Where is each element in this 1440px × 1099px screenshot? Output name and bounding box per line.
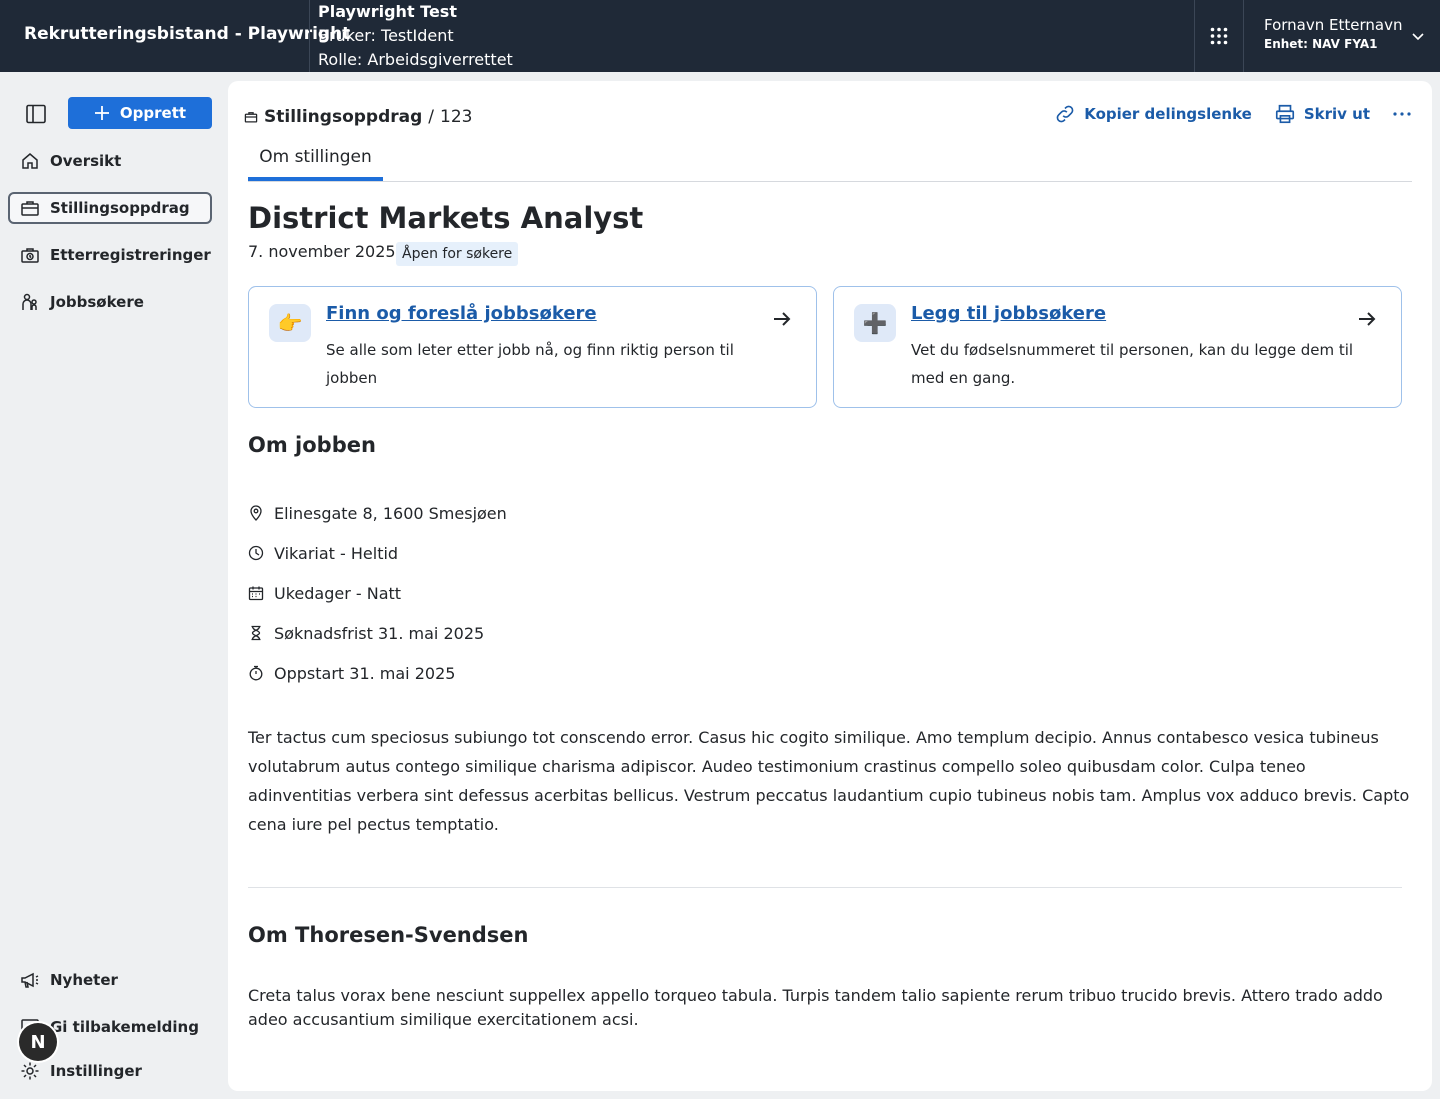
user-menu[interactable]: Fornavn Etternavn Enhet: NAV FYA1 xyxy=(1264,15,1402,53)
sidebar-item-label: Jobbsøkere xyxy=(50,293,144,311)
card-title[interactable]: Legg til jobbsøkere xyxy=(911,303,1106,324)
fact-text: Søknadsfrist 31. mai 2025 xyxy=(274,623,485,643)
employer-description: Creta talus vorax bene nesciunt suppelle… xyxy=(248,986,1383,1029)
fact-text: Elinesgate 8, 1600 Smesjøen xyxy=(274,503,507,523)
briefcase-icon xyxy=(244,112,258,123)
printer-icon xyxy=(1275,104,1294,124)
sidebar-item-stillingsoppdrag[interactable]: Stillingsoppdrag xyxy=(8,192,212,224)
top-header: Rekrutteringsbistand - Playwright Playwr… xyxy=(0,0,1440,72)
copy-link-button[interactable]: Kopier delingslenke xyxy=(1054,103,1252,125)
tab-bar: Om stillingen xyxy=(248,145,1412,182)
about-job-heading: Om jobben xyxy=(248,433,376,457)
sidebar-item-label: Etterregistreringer xyxy=(50,246,211,264)
section-divider xyxy=(248,887,1402,888)
breadcrumb-separator: / xyxy=(428,107,435,127)
plus-icon xyxy=(94,106,109,120)
test-title: Playwright Test xyxy=(318,2,457,21)
sidebar-item-label: Instillinger xyxy=(50,1062,142,1080)
publish-date: 7. november 2025 xyxy=(248,242,396,261)
test-role: Rolle: Arbeidsgiverrettet xyxy=(318,50,513,69)
header-divider xyxy=(309,0,310,72)
plus-icon: ➕ xyxy=(854,304,896,342)
card-description: Se alle som leter etter jobb nå, og finn… xyxy=(326,341,734,387)
list-item: Elinesgate 8, 1600 Smesjøen xyxy=(248,493,507,533)
list-item: Vikariat - Heltid xyxy=(248,533,507,573)
print-button[interactable]: Skriv ut xyxy=(1274,103,1370,125)
briefcase-clock-icon xyxy=(21,248,39,263)
app-title[interactable]: Rekrutteringsbistand - Playwright xyxy=(24,24,350,44)
job-description: Ter tactus cum speciosus subiungo tot co… xyxy=(248,728,1410,834)
location-pin-icon xyxy=(250,505,262,521)
page-title: District Markets Analyst xyxy=(248,201,644,235)
megaphone-icon xyxy=(21,972,39,988)
dev-tools-badge[interactable]: N xyxy=(19,1023,57,1061)
arrow-right-icon xyxy=(1359,312,1376,326)
list-item: Oppstart 31. mai 2025 xyxy=(248,653,507,693)
chevron-down-icon[interactable] xyxy=(1410,28,1426,44)
home-icon xyxy=(22,153,38,169)
fact-text: Vikariat - Heltid xyxy=(274,543,399,563)
breadcrumb-link[interactable]: Stillingsoppdrag xyxy=(264,107,422,127)
sidebar-item-etterregistreringer[interactable]: Etterregistreringer xyxy=(8,239,212,271)
more-icon xyxy=(1393,112,1411,116)
find-candidates-card[interactable]: 👉 Finn og foreslå jobbsøkere Se alle som… xyxy=(248,286,817,408)
user-unit: Enhet: NAV FYA1 xyxy=(1264,37,1378,51)
tab-om-stillingen[interactable]: Om stillingen xyxy=(248,145,383,181)
user-name: Fornavn Etternavn xyxy=(1264,16,1403,34)
sidebar-item-oversikt[interactable]: Oversikt xyxy=(8,145,212,177)
add-candidates-card[interactable]: ➕ Legg til jobbsøkere Vet du fødselsnumm… xyxy=(833,286,1402,408)
hourglass-icon xyxy=(251,625,261,641)
status-badge: Åpen for søkere xyxy=(396,242,519,266)
sidebar-item-label: Nyheter xyxy=(50,971,118,989)
copy-link-label: Kopier delingslenke xyxy=(1084,105,1252,123)
list-item: Ukedager - Natt xyxy=(248,573,507,613)
list-item: Søknadsfrist 31. mai 2025 xyxy=(248,613,507,653)
more-button[interactable] xyxy=(1392,104,1412,124)
create-button[interactable]: Opprett xyxy=(68,97,212,129)
test-user: Bruker: TestIdent xyxy=(318,26,454,45)
sidebar-toggle-icon[interactable] xyxy=(24,102,48,126)
sidebar: Opprett Oversikt Stillingsoppdrag Etterr… xyxy=(0,72,228,1099)
calendar-icon xyxy=(248,586,264,601)
grid-icon xyxy=(1210,27,1228,45)
gear-icon xyxy=(21,1062,39,1080)
clock-icon xyxy=(248,545,264,561)
card-title[interactable]: Finn og foreslå jobbsøkere xyxy=(326,303,597,324)
pointing-hand-icon: 👉 xyxy=(269,304,311,342)
sidebar-item-nyheter[interactable]: Nyheter xyxy=(8,964,212,996)
sidebar-item-label: Oversikt xyxy=(50,152,122,170)
employer-heading: Om Thoresen-Svendsen xyxy=(248,923,529,947)
stopwatch-icon xyxy=(249,665,263,681)
create-button-label: Opprett xyxy=(119,104,187,122)
sidebar-item-jobbsokere[interactable]: Jobbsøkere xyxy=(8,286,212,318)
main-content: Stillingsoppdrag / 123 Kopier delingslen… xyxy=(228,81,1432,1091)
arrow-right-icon xyxy=(774,312,791,326)
fact-text: Oppstart 31. mai 2025 xyxy=(274,663,456,683)
link-icon xyxy=(1056,105,1074,123)
apps-menu-button[interactable] xyxy=(1195,0,1243,72)
sidebar-item-label: Gi tilbakemelding xyxy=(50,1018,199,1036)
breadcrumb: Stillingsoppdrag / 123 xyxy=(244,107,472,127)
print-label: Skriv ut xyxy=(1303,105,1370,123)
sidebar-item-label: Stillingsoppdrag xyxy=(50,199,190,217)
toolbar: Kopier delingslenke Skriv ut xyxy=(1054,103,1412,125)
persons-icon xyxy=(22,293,37,310)
breadcrumb-current: 123 xyxy=(440,107,473,127)
test-info: Playwright Test Bruker: TestIdent Rolle:… xyxy=(318,0,513,72)
header-divider xyxy=(1243,0,1244,72)
card-description: Vet du fødselsnummeret til personen, kan… xyxy=(911,341,1354,387)
briefcase-icon xyxy=(21,201,39,216)
fact-text: Ukedager - Natt xyxy=(274,583,402,603)
job-facts-list: Elinesgate 8, 1600 Smesjøen Vikariat - H… xyxy=(248,493,507,693)
